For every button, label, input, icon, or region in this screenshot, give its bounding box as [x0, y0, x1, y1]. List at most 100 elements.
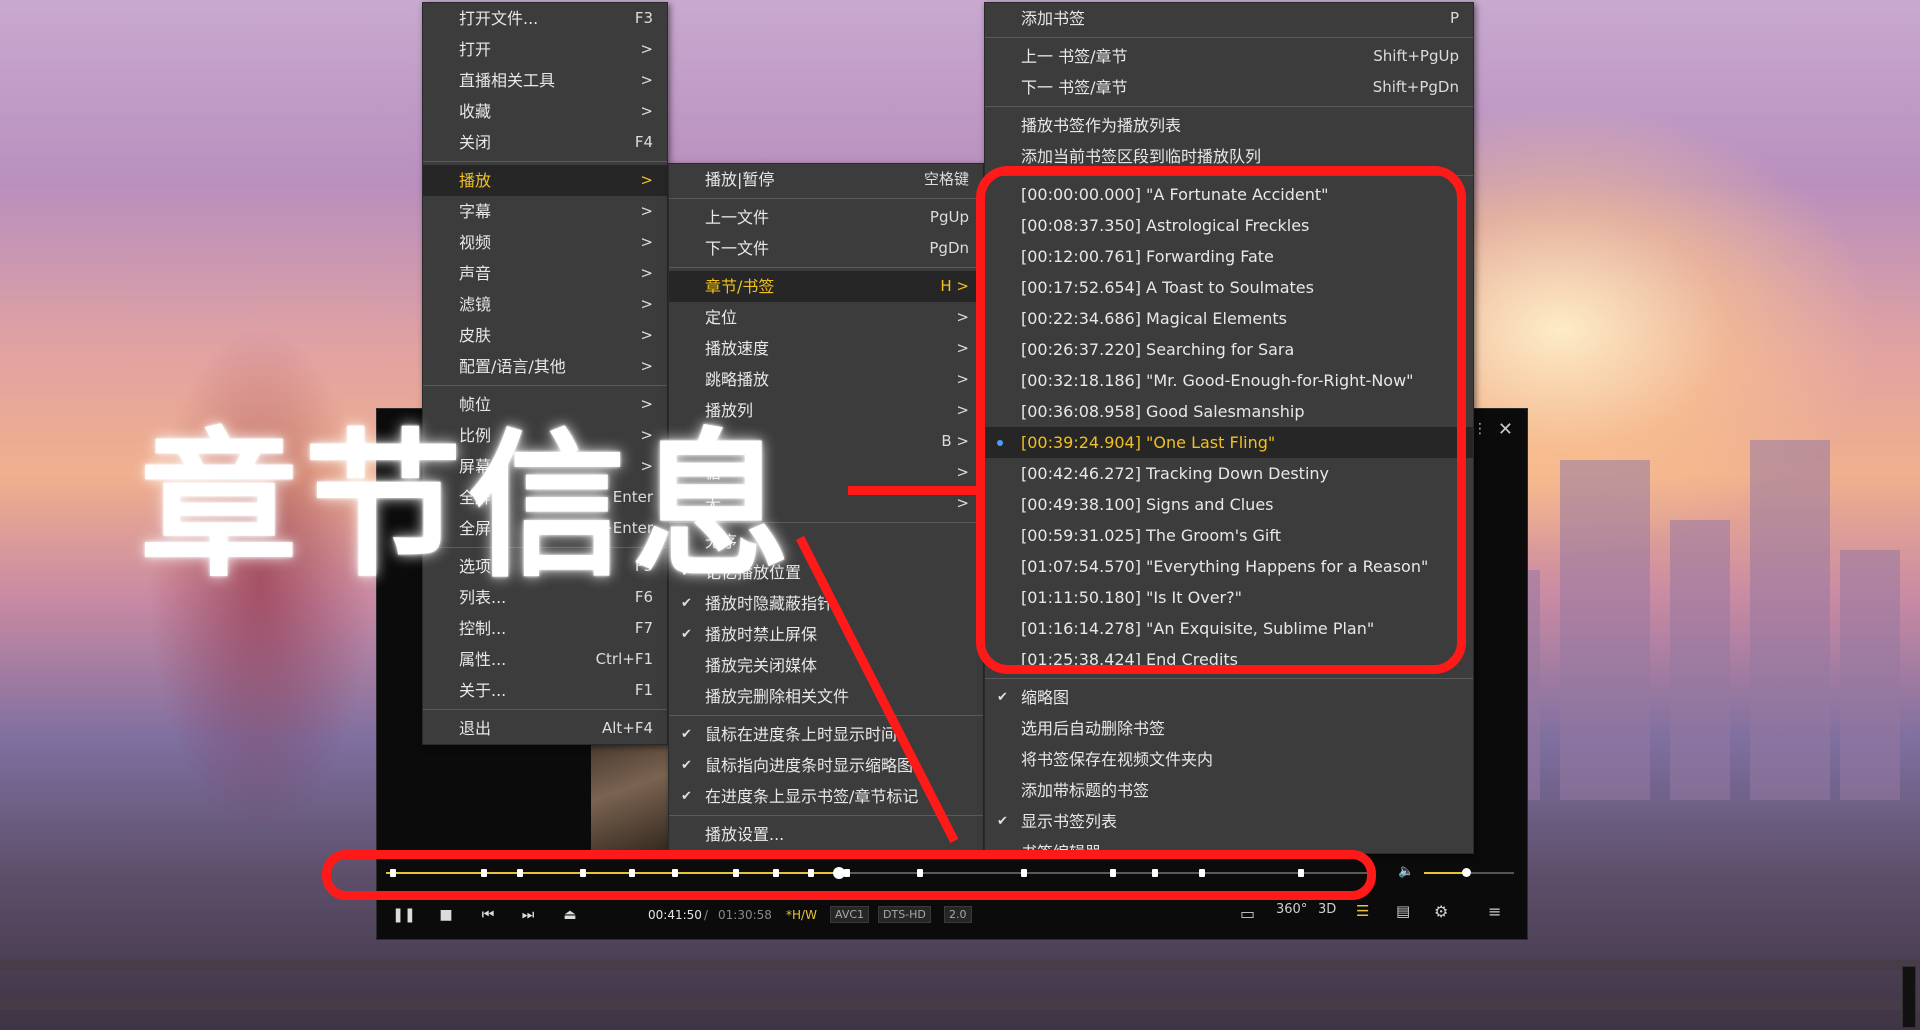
main-menu-item[interactable]: 播放 >: [423, 165, 667, 196]
main-menu-item-shortcut: F7: [634, 619, 653, 637]
volume-handle[interactable]: [1462, 868, 1471, 877]
menu-separator: [669, 198, 983, 199]
check-icon: ✔: [681, 758, 692, 773]
main-menu-item-label: 退出: [459, 719, 492, 738]
audio-codec-badge[interactable]: DTS-HD: [878, 906, 931, 923]
play-menu-item[interactable]: 播放|暂停 空格键: [669, 164, 983, 195]
bookmark-menu-item[interactable]: 播放书签作为播放列表: [985, 110, 1473, 141]
play-menu-item-label: 章节/书签: [705, 277, 775, 296]
background-railing: [0, 960, 1920, 970]
play-menu-item-label: 上一文件: [705, 208, 770, 227]
next-icon[interactable]: ⏭: [514, 902, 542, 928]
main-menu-item[interactable]: 收藏 >: [423, 96, 667, 127]
time-separator: /: [704, 908, 709, 922]
play-menu-item-shortcut: >: [956, 339, 969, 357]
bookmark-option-item[interactable]: 显示书签列表 ✔: [985, 806, 1473, 837]
chapter-search-icon[interactable]: ☰: [1356, 902, 1369, 920]
main-menu-item-shortcut: >: [640, 264, 653, 282]
previous-icon[interactable]: ⏮: [474, 902, 502, 928]
main-menu-item[interactable]: 直播相关工具 >: [423, 65, 667, 96]
main-menu-item[interactable]: 皮肤 >: [423, 320, 667, 351]
main-menu-item[interactable]: 属性... Ctrl+F1: [423, 644, 667, 675]
check-icon: ✔: [997, 690, 1008, 705]
play-menu-item-label: 在进度条上显示书签/章节标记: [705, 787, 919, 806]
bookmark-menu-item-label: 上一 书签/章节: [1021, 47, 1128, 66]
main-menu-item[interactable]: 关闭 F4: [423, 127, 667, 158]
play-menu-item[interactable]: 播放时禁止屏保 ✔: [669, 619, 983, 650]
playlist-icon[interactable]: ▤: [1396, 902, 1410, 920]
bookmark-option-item-label: 显示书签列表: [1021, 812, 1118, 831]
main-menu-item-label: 关于...: [459, 681, 507, 700]
play-menu-item-label: 下一文件: [705, 239, 770, 258]
volume-control[interactable]: 🔈: [1398, 864, 1518, 880]
main-menu-item-shortcut: >: [640, 326, 653, 344]
menu-separator: [669, 715, 983, 716]
play-menu-item[interactable]: 播放完关闭媒体: [669, 650, 983, 681]
audio-channels-badge[interactable]: 2.0: [944, 906, 972, 923]
main-menu-item[interactable]: 声音 >: [423, 258, 667, 289]
play-menu-item-label: 鼠标指向进度条时显示缩略图: [705, 756, 914, 775]
play-menu-item[interactable]: 章节/书签 H >: [669, 271, 983, 302]
main-menu-item[interactable]: 字幕 >: [423, 196, 667, 227]
main-menu-item-shortcut: >: [640, 171, 653, 189]
play-menu-item-shortcut: PgDn: [929, 239, 969, 257]
main-menu-item-shortcut: F1: [634, 681, 653, 699]
3d-button[interactable]: 3D: [1318, 902, 1336, 917]
play-menu-item[interactable]: 播放速度 >: [669, 333, 983, 364]
close-icon[interactable]: ✕: [1498, 419, 1513, 440]
vr360-button[interactable]: 360°: [1276, 902, 1307, 917]
speaker-icon[interactable]: 🔈: [1398, 864, 1414, 879]
check-icon: ✔: [681, 789, 692, 804]
play-menu-item[interactable]: 上一文件 PgUp: [669, 202, 983, 233]
video-codec-badge[interactable]: AVC1: [830, 906, 870, 923]
main-menu-item[interactable]: 滤镜 >: [423, 289, 667, 320]
more-icon[interactable]: ⋮: [1473, 421, 1487, 437]
play-menu-item[interactable]: 播放完删除相关文件: [669, 681, 983, 712]
main-menu-item[interactable]: 退出 Alt+F4: [423, 713, 667, 744]
current-time[interactable]: 00:41:50: [648, 908, 702, 922]
eject-icon[interactable]: ⏏: [556, 902, 584, 928]
main-menu-item-shortcut: Alt+F4: [601, 719, 653, 737]
main-menu-item[interactable]: 关于... F1: [423, 675, 667, 706]
play-menu-item[interactable]: 播放设置...: [669, 819, 983, 850]
main-menu-item-label: 皮肤: [459, 326, 492, 345]
bookmark-menu-item[interactable]: 上一 书签/章节 Shift+PgUp: [985, 41, 1473, 72]
main-menu-item[interactable]: 控制... F7: [423, 613, 667, 644]
bookmark-option-item[interactable]: 选用后自动删除书签: [985, 713, 1473, 744]
total-time[interactable]: 01:30:58: [718, 908, 772, 922]
main-menu-item-shortcut: Ctrl+F1: [595, 650, 653, 668]
bookmark-menu-item-label: 添加当前书签区段到临时播放队列: [1021, 147, 1262, 166]
play-menu-item-shortcut: >: [956, 370, 969, 388]
bookmark-option-item-label: 选用后自动删除书签: [1021, 719, 1166, 738]
video-thumbnail: [591, 745, 677, 855]
bookmark-option-item-label: 添加带标题的书签: [1021, 781, 1150, 800]
pause-icon[interactable]: ❚❚: [390, 902, 418, 928]
background-railing-lower: [0, 1000, 1920, 1010]
play-menu-item[interactable]: 下一文件 PgDn: [669, 233, 983, 264]
menu-icon[interactable]: ≡: [1488, 902, 1501, 921]
bookmark-menu-item[interactable]: 添加书签 P: [985, 3, 1473, 34]
play-menu-item[interactable]: 定位 >: [669, 302, 983, 333]
bookmark-option-item[interactable]: 缩略图 ✔: [985, 682, 1473, 713]
play-menu-item-shortcut: B >: [941, 432, 969, 450]
bookmark-menu-item[interactable]: 下一 书签/章节 Shift+PgDn: [985, 72, 1473, 103]
main-menu-item-label: 控制...: [459, 619, 507, 638]
screen-icon[interactable]: ▭: [1240, 904, 1255, 923]
play-menu-item-shortcut: >: [956, 401, 969, 419]
play-menu-item[interactable]: 鼠标指向进度条时显示缩略图 ✔: [669, 750, 983, 781]
main-menu-item[interactable]: 打开文件... F3: [423, 3, 667, 34]
menu-separator: [985, 678, 1473, 679]
main-menu-item-label: 视频: [459, 233, 492, 252]
bookmark-option-item[interactable]: 添加带标题的书签: [985, 775, 1473, 806]
main-menu-item[interactable]: 视频 >: [423, 227, 667, 258]
hw-decode-badge[interactable]: *H/W: [782, 907, 821, 923]
stop-icon[interactable]: ■: [432, 902, 460, 928]
main-menu-item[interactable]: 打开 >: [423, 34, 667, 65]
bookmark-option-item[interactable]: 将书签保存在视频文件夹内: [985, 744, 1473, 775]
play-menu-item-label: 播放时禁止屏保: [705, 625, 818, 644]
play-menu-item[interactable]: 鼠标在进度条上时显示时间 ✔: [669, 719, 983, 750]
gear-icon[interactable]: ⚙: [1434, 902, 1448, 921]
chapter-highlight-box: [976, 166, 1466, 674]
page-scrollbar[interactable]: [1902, 966, 1916, 1028]
bookmark-menu-item-label: 添加书签: [1021, 9, 1086, 28]
